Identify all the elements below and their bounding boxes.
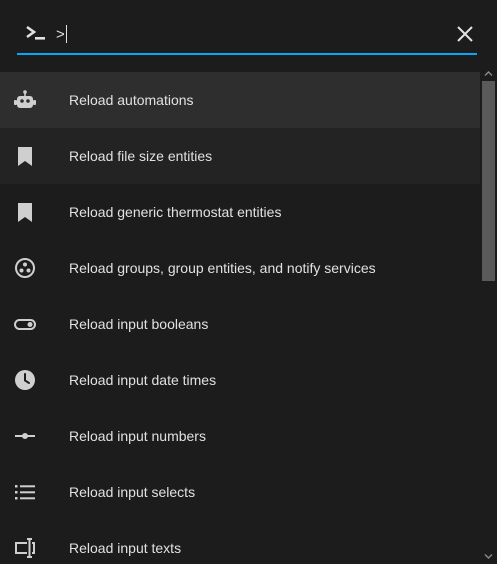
command-label: Reload input selects <box>69 484 196 500</box>
command-palette-dialog: Reload automations Reload file size enti… <box>0 0 497 564</box>
command-label: Reload input booleans <box>69 316 209 332</box>
bookmark-icon <box>18 147 32 166</box>
command-label: Reload input numbers <box>69 428 206 444</box>
command-label: Reload generic thermostat entities <box>69 204 282 220</box>
command-item-reload-generic-thermostat[interactable]: Reload generic thermostat entities <box>0 184 480 240</box>
command-list: Reload automations Reload file size enti… <box>0 72 480 564</box>
command-item-reload-groups[interactable]: Reload groups, group entities, and notif… <box>0 240 480 296</box>
scroll-up-arrow-icon[interactable] <box>484 69 493 78</box>
format-list-icon <box>15 485 35 500</box>
command-search-input[interactable] <box>56 22 436 46</box>
command-item-reload-input-date-times[interactable]: Reload input date times <box>0 352 480 408</box>
bookmark-icon <box>18 203 32 222</box>
robot-icon <box>14 90 36 108</box>
command-item-reload-input-numbers[interactable]: Reload input numbers <box>0 408 480 464</box>
text-cursor <box>66 25 67 43</box>
command-label: Reload input date times <box>69 372 217 388</box>
scrollbar-thumb[interactable] <box>482 81 495 281</box>
command-item-reload-input-texts[interactable]: Reload input texts <box>0 520 480 564</box>
command-item-reload-input-selects[interactable]: Reload input selects <box>0 464 480 520</box>
group-circle-icon <box>15 258 35 278</box>
command-label: Reload file size entities <box>69 148 213 164</box>
command-label: Reload groups, group entities, and notif… <box>69 260 376 276</box>
scrollbar[interactable] <box>480 66 497 564</box>
toggle-switch-icon <box>14 319 36 330</box>
slider-icon <box>15 433 35 439</box>
scroll-down-arrow-icon[interactable] <box>484 552 493 561</box>
form-textbox-icon <box>15 538 35 558</box>
command-item-reload-automations[interactable]: Reload automations <box>0 72 480 128</box>
command-label: Reload automations <box>69 92 194 108</box>
command-label: Reload input texts <box>69 540 182 556</box>
command-item-reload-input-booleans[interactable]: Reload input booleans <box>0 296 480 352</box>
close-icon[interactable] <box>453 22 477 46</box>
command-search-bar <box>17 14 477 55</box>
console-icon <box>26 25 45 40</box>
command-item-reload-file-size[interactable]: Reload file size entities <box>0 128 480 184</box>
clock-icon <box>15 370 35 390</box>
